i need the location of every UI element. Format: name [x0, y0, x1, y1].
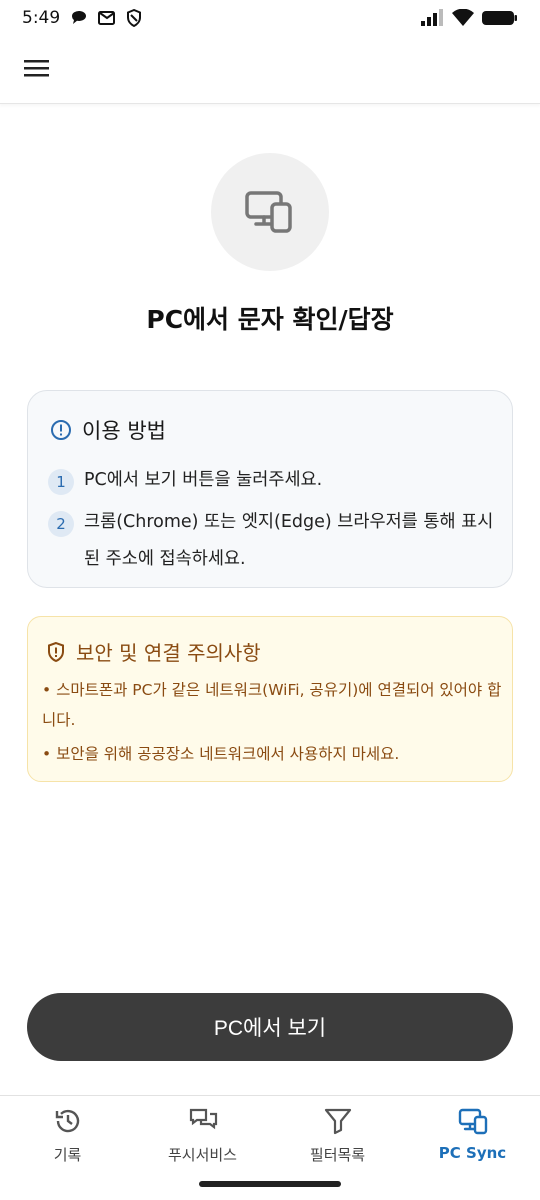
chat-icon — [189, 1108, 217, 1130]
status-time: 5:49 — [22, 8, 61, 28]
pc-mobile-sync-icon — [245, 191, 292, 233]
nav-item-push-service[interactable]: 푸시서비스 — [135, 1106, 270, 1170]
warning-item: • 보안을 위해 공공장소 네트워크에서 사용하지 마세요. — [42, 745, 400, 763]
pc-sync-icon — [458, 1108, 487, 1135]
usage-instructions-title: 이용 방법 — [82, 419, 166, 443]
menu-button[interactable] — [22, 54, 52, 84]
info-circle-icon — [51, 420, 71, 440]
warning-item: • 스마트폰과 PC가 같은 네트워크(WiFi, 공유기)에 연결되어 있어야… — [42, 681, 502, 729]
wifi-icon — [452, 9, 474, 26]
history-icon — [55, 1109, 79, 1133]
nav-item-pc-sync[interactable]: PC Sync — [405, 1106, 540, 1170]
hero-icon-circle — [211, 153, 329, 271]
chat-bubble-icon — [72, 11, 87, 24]
nav-label: 푸시서비스 — [167, 1146, 237, 1164]
shield-icon — [127, 9, 142, 27]
shield-icon — [48, 641, 64, 662]
step-text: 크롬(Chrome) 또는 엣지(Edge) 브라우저를 통해 표시된 주소에 … — [84, 512, 494, 569]
usage-instructions-card: 이용 방법 1 PC에서 보기 버튼을 눌러주세요. 2 크롬(Chrome) … — [27, 390, 513, 588]
battery-icon — [482, 11, 517, 25]
usage-step: 1 PC에서 보기 버튼을 눌러주세요. — [48, 467, 504, 499]
nav-item-history[interactable]: 기록 — [0, 1106, 135, 1170]
nav-item-filter-list[interactable]: 필터목록 — [270, 1106, 405, 1170]
home-indicator[interactable] — [199, 1181, 341, 1187]
security-warning-card: 보안 및 연결 주의사항 • 스마트폰과 PC가 같은 네트워크(WiFi, 공… — [27, 616, 513, 782]
status-bar: 5:49 — [0, 0, 540, 36]
nav-label: PC Sync — [438, 1144, 507, 1162]
status-right-icons — [420, 9, 518, 27]
page-title: PC에서 문자 확인/답장 — [146, 305, 394, 334]
step-text: PC에서 보기 버튼을 눌러주세요. — [84, 470, 323, 490]
nav-label: 필터목록 — [309, 1146, 366, 1164]
filter-icon — [324, 1108, 351, 1135]
view-on-pc-button[interactable]: PC에서 보기 — [27, 993, 513, 1061]
security-warning-title: 보안 및 연결 주의사항 — [76, 641, 261, 665]
signal-icon — [421, 9, 443, 26]
step-number-badge: 2 — [48, 511, 74, 537]
nav-label: 기록 — [53, 1146, 82, 1164]
app-bar — [0, 36, 540, 104]
usage-instructions-header: 이용 방법 — [50, 415, 166, 445]
status-left-icons — [70, 9, 142, 27]
hamburger-menu-icon — [24, 60, 49, 77]
security-warning-header: 보안 및 연결 주의사항 — [46, 637, 261, 666]
step-number-badge: 1 — [48, 469, 74, 495]
mail-icon — [98, 11, 116, 25]
usage-step: 2 크롬(Chrome) 또는 엣지(Edge) 브라우저를 통해 표시된 주소… — [48, 509, 504, 578]
